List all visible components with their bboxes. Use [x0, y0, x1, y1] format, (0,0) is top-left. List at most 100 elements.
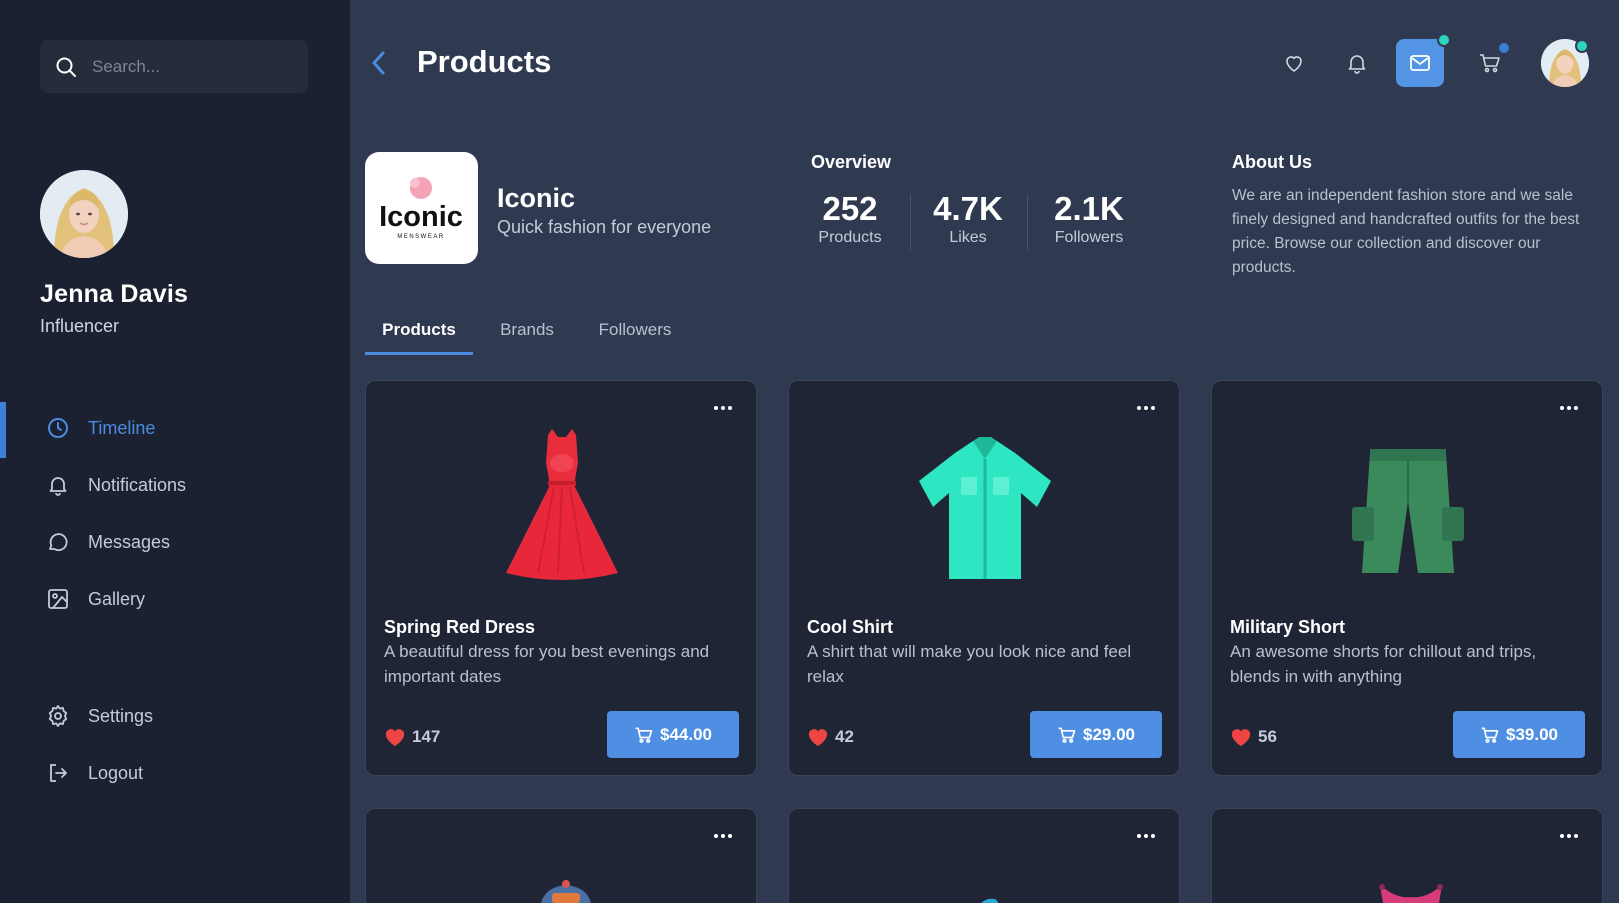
- nav-label: Logout: [88, 762, 144, 783]
- nav-item-notifications[interactable]: Notifications: [0, 459, 350, 511]
- product-image: [1379, 884, 1443, 903]
- search-box[interactable]: [40, 40, 308, 93]
- about-text: We are an independent fashion store and …: [1232, 187, 1580, 276]
- notifications-button[interactable]: [1333, 39, 1381, 87]
- stat-divider: [1027, 194, 1028, 250]
- stat-label: Products: [818, 229, 882, 246]
- product-description: A shirt that will make you look nice and…: [807, 642, 1132, 686]
- cart-icon: [1480, 54, 1500, 73]
- product-description: An awesome shorts for chillout and trips…: [1230, 642, 1537, 686]
- add-to-cart-button[interactable]: $39.00: [1453, 711, 1585, 758]
- nav-item-logout[interactable]: Logout: [0, 747, 350, 799]
- nav-label: Notifications: [88, 474, 187, 495]
- cart-icon: [635, 727, 653, 743]
- nav-item-messages[interactable]: Messages: [0, 516, 350, 568]
- product-image: [506, 429, 618, 580]
- like-count: 56: [1258, 727, 1277, 746]
- product-image: [1352, 449, 1464, 573]
- back-button[interactable]: [366, 48, 392, 78]
- product-card[interactable]: Spring Red Dress A beautiful dress for y…: [365, 380, 757, 776]
- chevron-left-icon: [372, 51, 385, 75]
- online-indicator: [1575, 39, 1589, 53]
- unread-indicator: [1437, 33, 1451, 47]
- add-to-cart-button[interactable]: $29.00: [1030, 711, 1162, 758]
- more-options-icon[interactable]: [1135, 831, 1157, 841]
- price-label: $39.00: [1506, 724, 1558, 744]
- shop-logo: Iconic MENSWEAR: [365, 152, 478, 264]
- like-button[interactable]: 147: [384, 727, 440, 747]
- like-count: 147: [412, 727, 441, 746]
- price-label: $44.00: [660, 724, 712, 744]
- product-image: [919, 437, 1051, 579]
- nav-label: Timeline: [88, 417, 156, 438]
- favorites-button[interactable]: [1270, 39, 1318, 87]
- tab-products[interactable]: Products: [365, 310, 473, 355]
- more-options-icon[interactable]: [1558, 403, 1580, 413]
- search-icon: [56, 57, 76, 77]
- product-card[interactable]: [1211, 808, 1603, 903]
- product-title: Spring Red Dress: [384, 617, 536, 637]
- profile-avatar: [40, 170, 128, 258]
- nav-label: Settings: [88, 705, 154, 726]
- overview-title: Overview: [811, 152, 892, 172]
- mail-icon: [1410, 55, 1430, 71]
- nav-label: Gallery: [88, 588, 146, 609]
- stat-value: 4.7K: [933, 190, 1003, 227]
- sidebar: Jenna Davis Influencer Timeline Notifica…: [0, 0, 350, 903]
- page-title: Products: [417, 44, 552, 79]
- more-options-icon[interactable]: [1558, 831, 1580, 841]
- more-options-icon[interactable]: [712, 831, 734, 841]
- logo-text: Iconic: [379, 201, 463, 233]
- tab-brands[interactable]: Brands: [492, 310, 562, 355]
- shop-name: Iconic: [497, 183, 576, 213]
- chat-bubble-icon: [49, 533, 68, 552]
- like-button[interactable]: 56: [1230, 727, 1277, 747]
- price-label: $29.00: [1083, 724, 1135, 744]
- product-card[interactable]: [365, 808, 757, 903]
- bell-icon: [1348, 55, 1366, 74]
- add-to-cart-button[interactable]: $44.00: [607, 711, 739, 758]
- heart-icon: [1286, 56, 1302, 72]
- stat-value: 2.1K: [1054, 190, 1124, 227]
- nav-item-gallery[interactable]: Gallery: [0, 573, 350, 625]
- product-card[interactable]: Military Short An awesome shorts for chi…: [1211, 380, 1603, 776]
- shop-tagline: Quick fashion for everyone: [497, 217, 712, 237]
- stat-followers: 2.1K Followers: [1029, 190, 1149, 248]
- product-card[interactable]: Cool Shirt A shirt that will make you lo…: [788, 380, 1180, 776]
- more-options-icon[interactable]: [1135, 403, 1157, 413]
- logo-subtext: MENSWEAR: [397, 234, 444, 240]
- cart-indicator: [1497, 41, 1511, 55]
- tab-followers[interactable]: Followers: [592, 310, 678, 355]
- about-title: About Us: [1232, 152, 1312, 172]
- like-count: 42: [835, 727, 854, 746]
- image-icon: [48, 589, 68, 609]
- profile-name: Jenna Davis: [40, 280, 189, 308]
- stat-likes: 4.7K Likes: [908, 190, 1028, 248]
- messages-button[interactable]: [1396, 39, 1444, 87]
- nav-item-settings[interactable]: Settings: [0, 690, 350, 742]
- stat-products: 252 Products: [790, 190, 910, 248]
- cart-icon: [1058, 727, 1076, 743]
- product-description: A beautiful dress for you best evenings …: [384, 642, 710, 686]
- search-input[interactable]: [92, 56, 292, 77]
- like-button[interactable]: 42: [807, 727, 854, 747]
- product-title: Military Short: [1230, 617, 1346, 637]
- stat-value: 252: [822, 190, 878, 227]
- heart-filled-icon: [385, 729, 405, 747]
- logout-icon: [50, 764, 67, 782]
- cart-icon: [1481, 727, 1499, 743]
- more-options-icon[interactable]: [712, 403, 734, 413]
- clock-icon: [48, 418, 68, 438]
- product-card[interactable]: [788, 808, 1180, 903]
- gear-icon: [48, 705, 68, 727]
- product-image: [541, 880, 591, 903]
- profile-role: Influencer: [40, 316, 120, 336]
- product-image: [981, 898, 999, 903]
- stat-label: Likes: [949, 229, 987, 246]
- nav-label: Messages: [88, 531, 171, 552]
- bell-icon: [49, 477, 67, 496]
- stat-label: Followers: [1054, 229, 1124, 246]
- heart-filled-icon: [808, 729, 828, 747]
- heart-filled-icon: [1231, 729, 1251, 747]
- nav-item-timeline[interactable]: Timeline: [0, 402, 350, 458]
